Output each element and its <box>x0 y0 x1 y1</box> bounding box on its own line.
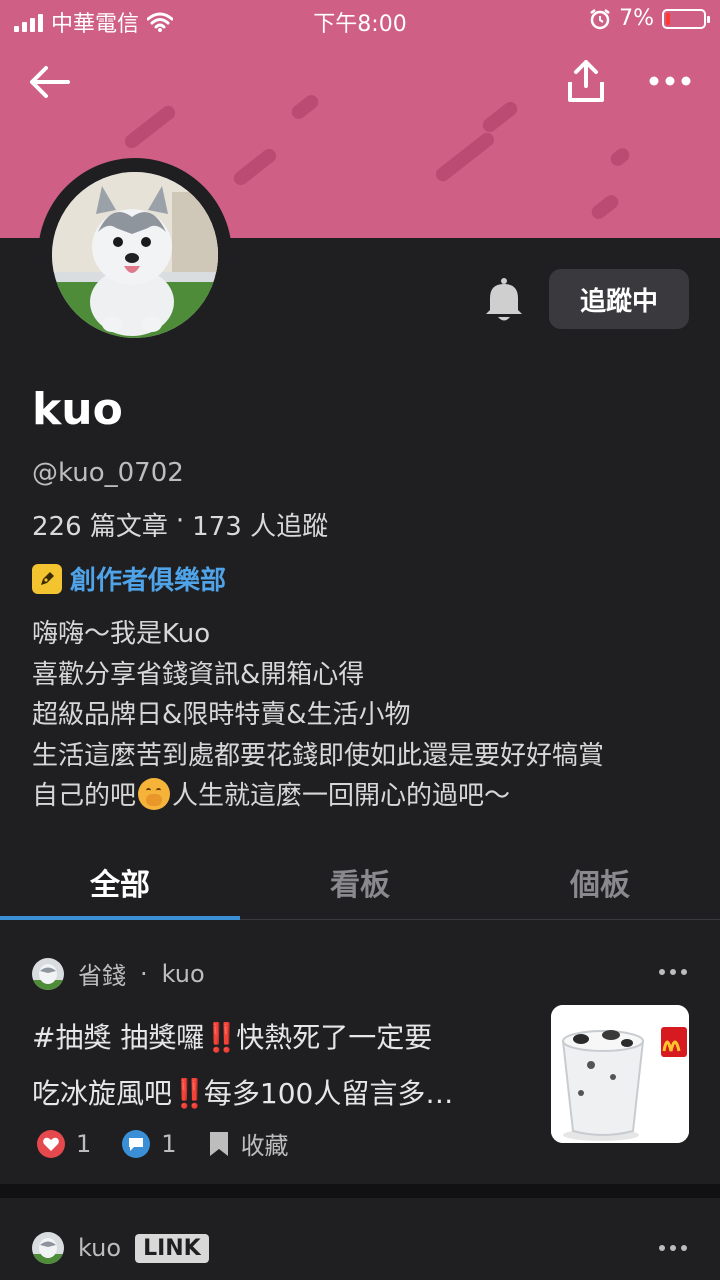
more-dots-icon <box>659 1245 687 1251</box>
creator-club-link[interactable]: 創作者俱樂部 <box>32 560 226 597</box>
post-card[interactable]: 省錢 · kuo #抽獎 抽獎囉‼️快熱死了一定要 吃冰旋風吧‼️每多100人留… <box>0 922 720 1184</box>
post-text: 吃冰旋風吧 <box>32 1077 173 1110</box>
back-arrow-icon <box>30 66 70 98</box>
bio-text: 人生就這麼一回開心的過吧～ <box>172 781 511 811</box>
post-actions: 1 1 收藏 <box>36 1126 319 1161</box>
meta-separator: · <box>140 959 148 988</box>
more-dots-icon <box>649 76 691 86</box>
double-exclamation-emoji: ‼️ <box>204 1021 239 1054</box>
more-options-button[interactable] <box>648 64 692 98</box>
like-count: 1 <box>76 1129 92 1158</box>
bio-line: 超級品牌日&限時特賣&生活小物 <box>32 700 411 730</box>
post-thumbnail[interactable] <box>551 1005 689 1143</box>
post-text: #抽獎 抽獎囉 <box>32 1021 205 1054</box>
following-button[interactable]: 追蹤中 <box>549 269 689 329</box>
link-badge: LINK <box>135 1233 209 1263</box>
post-author[interactable]: kuo <box>78 1234 121 1262</box>
article-count: 226 篇文章 <box>32 512 168 542</box>
like-button[interactable]: 1 <box>36 1129 91 1159</box>
post-line: #抽獎 抽獎囉‼️快熱死了一定要 <box>32 1010 522 1066</box>
post-divider <box>0 1184 720 1198</box>
profile-name: kuo <box>32 384 123 435</box>
share-button[interactable] <box>564 58 608 104</box>
pen-icon <box>32 563 62 594</box>
bookmark-icon <box>209 1131 228 1156</box>
back-button[interactable] <box>26 60 74 104</box>
comment-count: 1 <box>161 1129 177 1158</box>
author-avatar <box>32 1232 64 1264</box>
post-more-button[interactable] <box>658 1236 688 1260</box>
battery-percent: 7% <box>619 6 654 31</box>
post-meta: kuo LINK <box>32 1232 209 1264</box>
creator-club-label: 創作者俱樂部 <box>70 566 227 596</box>
post-line: 吃冰旋風吧‼️每多100人留言多… <box>32 1066 522 1122</box>
tab-boards[interactable]: 看板 <box>240 840 480 919</box>
bio-line: 自己的吧 人生就這麼一回開心的過吧～ <box>32 776 692 817</box>
post-more-button[interactable] <box>658 960 688 984</box>
alarm-icon <box>590 8 610 29</box>
comment-button[interactable]: 1 <box>121 1129 177 1159</box>
tab-all[interactable]: 全部 <box>0 840 240 920</box>
avatar[interactable] <box>38 158 232 352</box>
status-bar: 中華電信 下午8:00 7% <box>0 0 720 40</box>
heart-icon <box>37 1129 65 1158</box>
follower-count[interactable]: 173 人追蹤 <box>192 506 328 543</box>
battery-icon <box>662 8 710 29</box>
post-meta: 省錢 · kuo <box>32 956 205 991</box>
profile-bio: 嗨嗨～我是Kuo 喜歡分享省錢資訊&開箱心得 超級品牌日&限時特賣&生活小物 生… <box>32 614 692 817</box>
save-label: 收藏 <box>240 1132 289 1160</box>
stats-separator: · <box>175 506 185 536</box>
share-icon <box>568 60 604 102</box>
profile-stats: 226 篇文章 · 173 人追蹤 <box>32 506 328 543</box>
more-dots-icon <box>659 969 687 975</box>
hand-over-mouth-emoji-icon <box>138 778 171 810</box>
post-card[interactable]: kuo LINK <box>0 1198 720 1280</box>
notification-bell-button[interactable] <box>482 276 526 324</box>
bio-text: 自己的吧 <box>32 781 137 811</box>
husky-puppy-photo <box>52 172 218 338</box>
post-author[interactable]: kuo <box>162 960 205 988</box>
comment-icon <box>122 1129 151 1158</box>
bio-line: 喜歡分享省錢資訊&開箱心得 <box>32 659 365 690</box>
bio-line: 嗨嗨～我是Kuo <box>32 619 211 649</box>
tab-personal-board[interactable]: 個板 <box>480 840 720 919</box>
mcflurry-image <box>551 1005 689 1143</box>
profile-tabs: 全部 看板 個板 <box>0 840 720 920</box>
profile-handle: @kuo_0702 <box>32 458 184 488</box>
bell-icon <box>486 278 522 321</box>
post-text: 快熱死了一定要 <box>236 1021 433 1054</box>
post-excerpt: #抽獎 抽獎囉‼️快熱死了一定要 吃冰旋風吧‼️每多100人留言多… <box>32 1010 522 1122</box>
double-exclamation-emoji: ‼️ <box>172 1077 207 1110</box>
post-text: 每多100人留言多… <box>203 1077 454 1110</box>
save-button[interactable]: 收藏 <box>207 1126 289 1161</box>
bio-line: 生活這麼苦到處都要花錢即使如此還是要好好犒賞 <box>32 740 605 771</box>
post-board[interactable]: 省錢 <box>78 956 126 991</box>
author-avatar <box>32 957 64 990</box>
top-nav <box>0 50 720 110</box>
